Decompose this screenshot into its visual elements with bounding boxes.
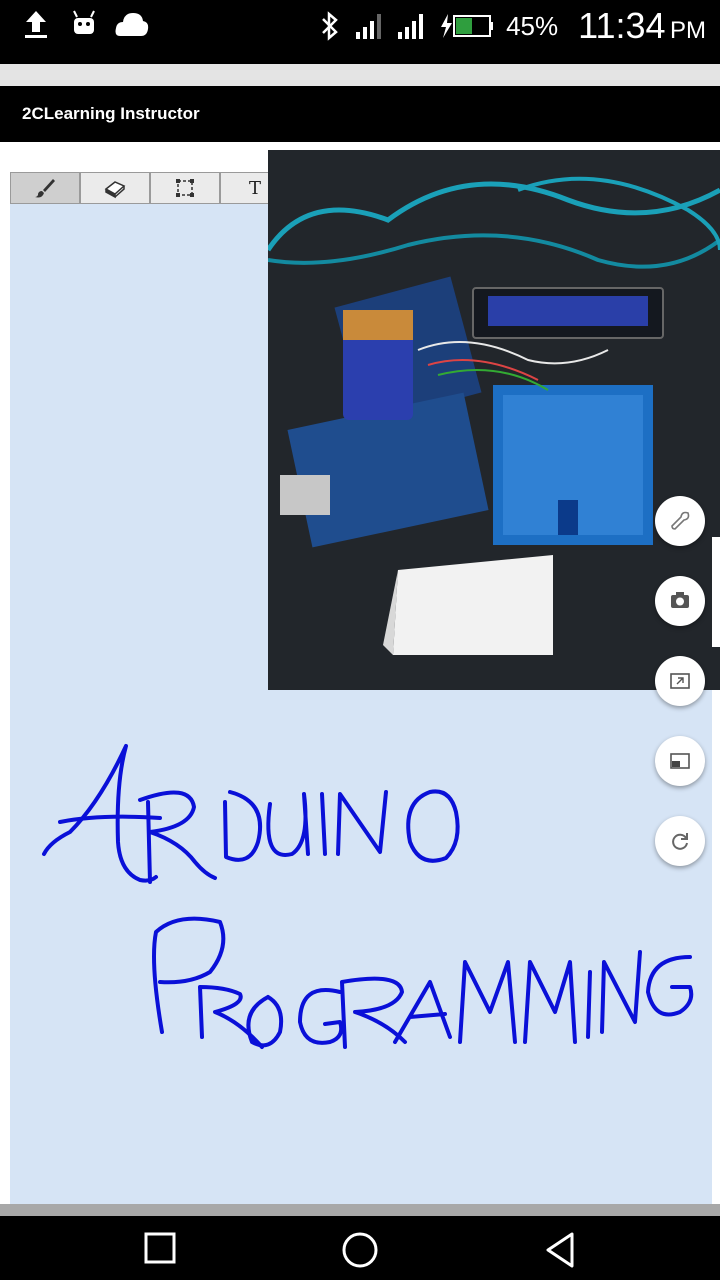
clock-time: 11:34 [578,5,666,46]
whiteboard-area: T [0,142,720,1204]
refresh-icon [672,833,688,850]
wrench-icon [671,511,690,530]
navigation-bar [0,1216,720,1280]
picture-in-picture-button[interactable] [655,736,705,786]
cloud-icon [115,13,149,36]
upload-icon [25,11,47,38]
horizontal-scrollbar[interactable] [0,1204,720,1216]
minimize-window-icon [670,673,690,689]
pip-icon [670,753,690,769]
back-icon[interactable] [540,1224,580,1272]
android-icon [73,10,95,34]
signal-icon [398,14,424,39]
refresh-button[interactable] [655,816,705,866]
battery-percent: 45% [506,10,559,41]
mirrored-status-strip [0,64,720,86]
recents-icon[interactable] [140,1224,180,1272]
handwritten-ink [42,744,694,1049]
battery-charging-icon [441,14,494,38]
app-bar: 2CLearning Instructor [0,86,720,142]
signal-icon [356,14,382,39]
home-icon[interactable] [338,1224,382,1272]
clock: 11:34 PM [570,5,706,47]
switch-camera-button[interactable] [655,576,705,626]
status-bar: 45% 11:34 PM [0,0,720,52]
minimize-window-button[interactable] [655,656,705,706]
camera-switch-icon [671,592,689,608]
app-title: 2CLearning Instructor [22,104,200,123]
clock-ampm: PM [670,17,706,44]
status-right: 45% 11:34 PM [318,0,706,52]
side-panel-indicator [712,537,720,647]
bluetooth-icon [322,11,338,41]
tools-button[interactable] [655,496,705,546]
